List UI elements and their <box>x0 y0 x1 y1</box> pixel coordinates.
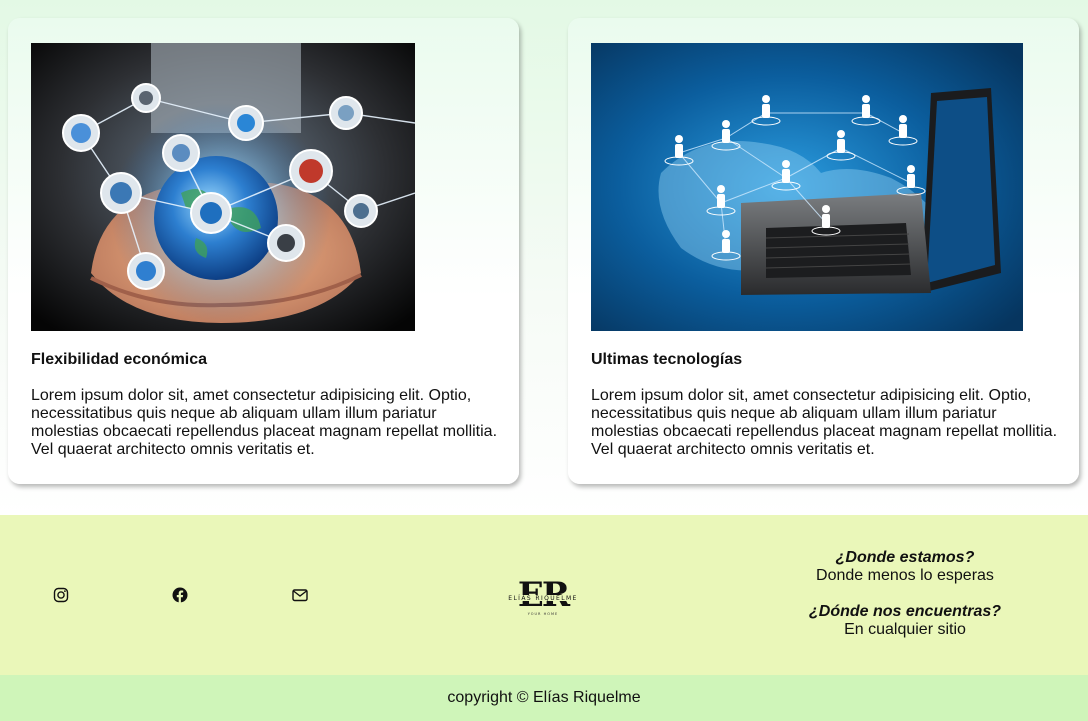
brand-logo: ER ELÍAS RIQUELME YOUR HOME <box>494 573 592 621</box>
copyright-bar: copyright © Elías Riquelme <box>0 675 1088 721</box>
card-image-network-laptop <box>591 43 1023 331</box>
copyright-text: copyright © Elías Riquelme <box>447 689 641 706</box>
card-flexibility: Flexibilidad económica Lorem ipsum dolor… <box>8 18 519 484</box>
contact-info: ¿Donde estamos? Donde menos lo esperas ¿… <box>755 549 1055 639</box>
card-description: Lorem ipsum dolor sit, amet consectetur … <box>31 387 498 458</box>
card-image-globe-hands <box>31 43 415 331</box>
cards-section: Flexibilidad económica Lorem ipsum dolor… <box>0 0 1088 515</box>
find-answer: En cualquier sitio <box>844 621 966 638</box>
instagram-icon <box>53 587 69 603</box>
card-title: Ultimas tecnologías <box>591 351 743 368</box>
instagram-link[interactable] <box>53 587 69 603</box>
envelope-icon <box>292 589 308 602</box>
card-title: Flexibilidad económica <box>31 351 208 368</box>
logo-tagline: YOUR HOME <box>528 612 558 616</box>
card-description: Lorem ipsum dolor sit, amet consectetur … <box>591 387 1058 458</box>
where-question: ¿Donde estamos? <box>835 549 975 566</box>
find-question: ¿Dónde nos encuentras? <box>808 603 1002 620</box>
card-technology: Ultimas tecnologías Lorem ipsum dolor si… <box>568 18 1079 484</box>
facebook-icon <box>172 587 188 603</box>
footer: ER ELÍAS RIQUELME YOUR HOME ¿Donde estam… <box>0 515 1088 675</box>
facebook-link[interactable] <box>172 587 188 603</box>
where-answer: Donde menos lo esperas <box>816 567 994 584</box>
logo-name: ELÍAS RIQUELME <box>508 595 577 602</box>
email-link[interactable] <box>292 587 308 603</box>
